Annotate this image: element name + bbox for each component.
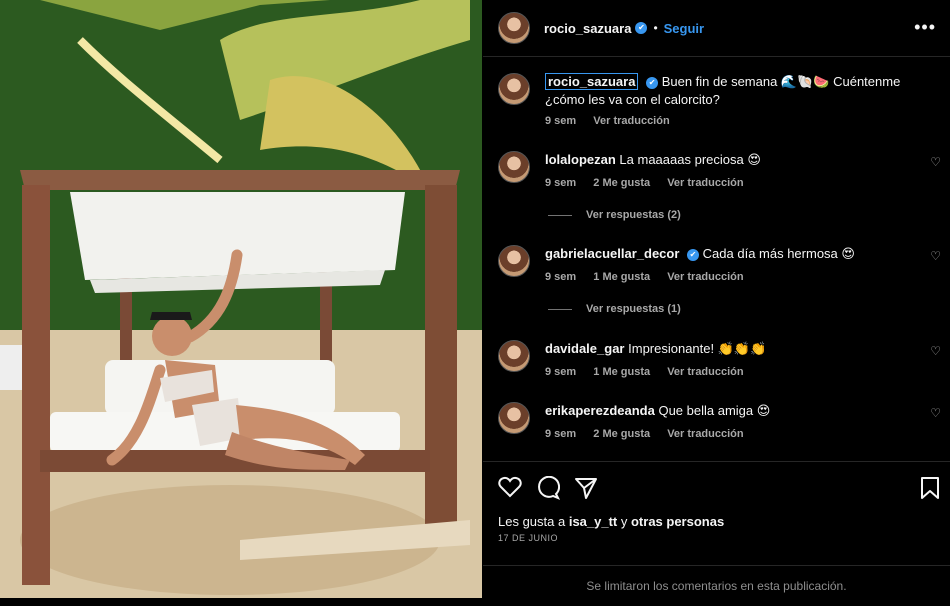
comments-list[interactable]: rocio_sazuara ✔ Buen fin de semana 🌊🐚🍉 C… [483,57,950,457]
separator-dot: • [653,21,658,35]
avatar[interactable] [498,340,530,372]
timestamp: 9 sem [545,428,577,440]
follow-button[interactable]: Seguir [664,21,704,36]
avatar[interactable] [498,402,530,434]
translate-link[interactable]: Ver traducción [593,115,669,127]
like-count[interactable]: 2 Me gusta [593,177,650,189]
view-replies[interactable]: Ver respuestas (1) [548,303,681,315]
author-avatar[interactable] [498,12,530,44]
comment-row: lolalopezan La maaaaas preciosa 😍 9 sem … [498,151,941,231]
replies-line [548,214,572,216]
verified-icon: ✔ [635,22,648,34]
comment-text: lolalopezan La maaaaas preciosa 😍 [545,151,925,169]
like-count[interactable]: 1 Me gusta [593,366,650,378]
comment-meta: 9 sem 2 Me gusta Ver traducción [545,177,758,189]
heart-icon[interactable] [498,476,522,498]
replies-label[interactable]: Ver respuestas (2) [586,209,681,221]
author-username[interactable]: rocio_sazuara [544,21,631,36]
heart-icon[interactable]: ♡ [930,344,941,358]
avatar[interactable] [498,73,530,105]
heart-icon[interactable]: ♡ [930,406,941,420]
like-count[interactable]: 1 Me gusta [593,271,650,283]
timestamp: 9 sem [545,366,577,378]
likes-prefix: Les gusta a [498,514,569,529]
comment-row: davidale_gar Impresionante! 👏👏👏 9 sem 1 … [498,340,941,378]
heart-icon[interactable]: ♡ [930,155,941,169]
comment-row: gabrielacuellar_decor ✔ Cada día más her… [498,245,941,325]
caption-text: rocio_sazuara ✔ Buen fin de semana 🌊🐚🍉 C… [545,73,925,109]
comment-username[interactable]: lolalopezan [545,152,616,167]
comment-body: Cada día más hermosa 😍 [702,246,855,261]
caption-username[interactable]: rocio_sazuara [545,73,639,90]
share-icon[interactable] [574,476,598,500]
comment-body: Impresionante! 👏👏👏 [628,341,767,356]
post-actions: Les gusta a isa_y_tt y otras personas 17… [483,461,950,582]
comment-icon[interactable] [536,476,560,500]
translate-link[interactable]: Ver traducción [667,366,743,378]
timestamp: 9 sem [545,115,577,127]
replies-label[interactable]: Ver respuestas (1) [586,303,681,315]
timestamp: 9 sem [545,271,577,283]
comment-text: gabrielacuellar_decor ✔ Cada día más her… [545,245,925,263]
verified-icon: ✔ [646,76,659,89]
comment-meta: 9 sem 1 Me gusta Ver traducción [545,366,758,378]
comment-body: La maaaaas preciosa 😍 [619,152,761,167]
likes-others[interactable]: otras personas [631,514,724,529]
comment-username[interactable]: davidale_gar [545,341,625,356]
comment-meta: 9 sem 2 Me gusta Ver traducción [545,428,758,440]
post-header: rocio_sazuara ✔ • Seguir ••• [483,0,950,57]
translate-link[interactable]: Ver traducción [667,428,743,440]
avatar[interactable] [498,245,530,277]
comment-username[interactable]: erikaperezdeanda [545,403,655,418]
post-photo[interactable] [0,0,482,598]
heart-icon[interactable]: ♡ [930,249,941,263]
post-photo-illustration [0,0,482,598]
comment-meta: 9 sem 1 Me gusta Ver traducción [545,271,758,283]
bookmark-icon[interactable] [920,476,940,500]
like-count[interactable]: 2 Me gusta [593,428,650,440]
caption-meta: 9 sem Ver traducción [545,115,684,127]
comment-body: Que bella amiga 😍 [658,403,771,418]
verified-icon: ✔ [687,248,700,261]
likes-middle: y [617,514,631,529]
post-date: 17 DE JUNIO [498,533,559,543]
more-icon[interactable]: ••• [914,17,936,38]
comment-text: davidale_gar Impresionante! 👏👏👏 [545,340,925,358]
timestamp: 9 sem [545,177,577,189]
translate-link[interactable]: Ver traducción [667,177,743,189]
replies-line [548,308,572,310]
caption: rocio_sazuara ✔ Buen fin de semana 🌊🐚🍉 C… [498,73,938,133]
comments-limited-notice: Se limitaron los comentarios en esta pub… [483,565,950,599]
comment-username[interactable]: gabrielacuellar_decor [545,246,679,261]
comment-text: erikaperezdeanda Que bella amiga 😍 [545,402,925,420]
likes-summary[interactable]: Les gusta a isa_y_tt y otras personas [498,514,724,529]
translate-link[interactable]: Ver traducción [667,271,743,283]
likes-user[interactable]: isa_y_tt [569,514,617,529]
view-replies[interactable]: Ver respuestas (2) [548,209,681,221]
post-details-panel: rocio_sazuara ✔ • Seguir ••• rocio_sazua… [483,0,950,598]
avatar[interactable] [498,151,530,183]
comment-row: erikaperezdeanda Que bella amiga 😍 9 sem… [498,402,941,440]
